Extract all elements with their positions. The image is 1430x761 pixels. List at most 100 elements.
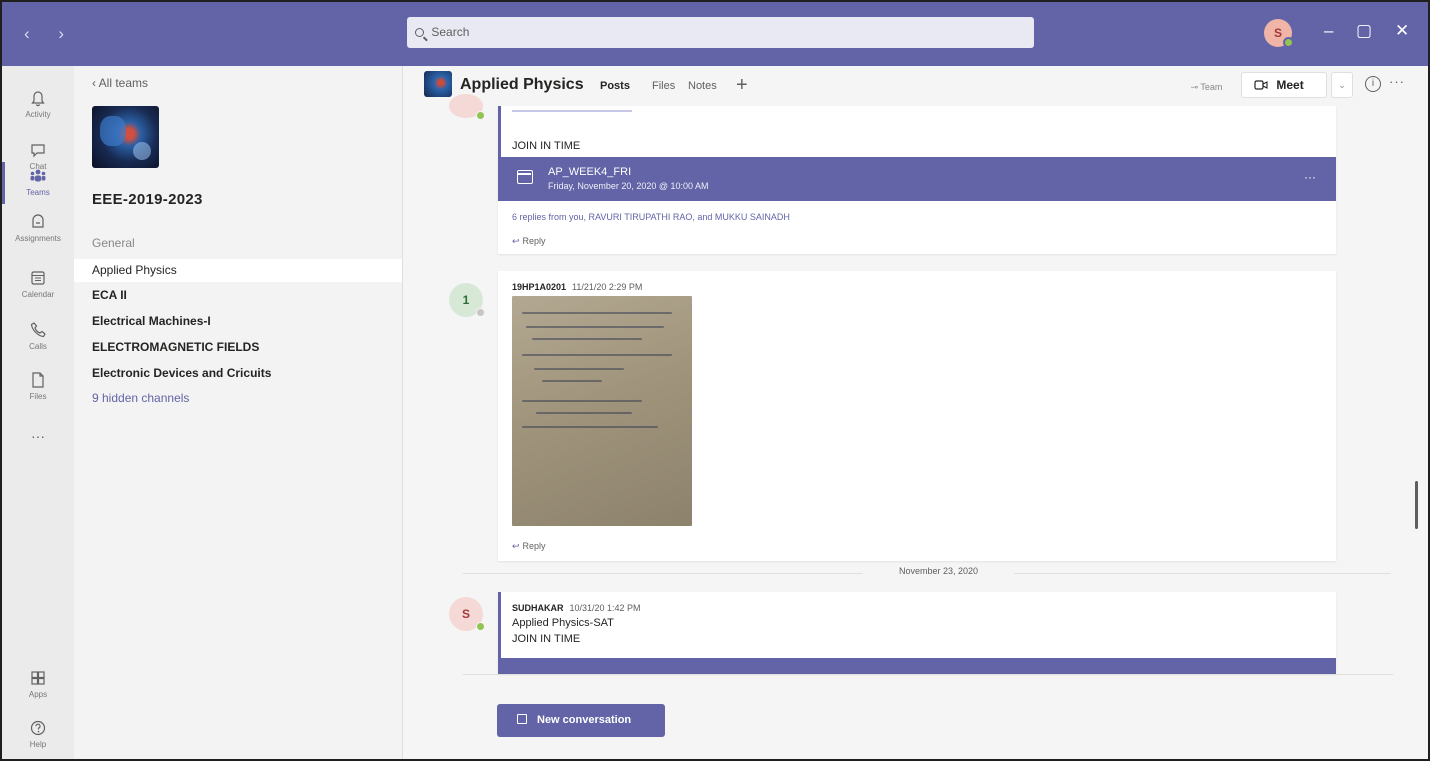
date-separator: November 23, 2020: [463, 566, 1391, 576]
reply-arrow-icon: ↩: [512, 541, 520, 551]
rail-more-button[interactable]: ···: [2, 428, 74, 444]
meet-label: Meet: [1276, 78, 1304, 92]
channel-list-panel: ‹ All teams EEE-2019-2023 General Applie…: [74, 66, 402, 759]
team-button[interactable]: ⊸ Team: [1181, 76, 1232, 98]
tab-notes[interactable]: Notes: [688, 80, 717, 92]
profile-avatar[interactable]: S: [1264, 19, 1294, 48]
minimize-button[interactable]: –: [1324, 19, 1333, 43]
post-author[interactable]: SUDHAKAR: [512, 603, 564, 613]
rail-label: Teams: [26, 188, 50, 197]
new-conversation-label: New conversation: [537, 714, 632, 726]
new-conversation-button[interactable]: New conversation: [497, 704, 665, 737]
meeting-title: AP_WEEK4_FRI: [548, 166, 632, 178]
channel-main: Applied Physics Posts Files Notes + ⊸ Te…: [402, 66, 1428, 759]
rail-teams[interactable]: Teams: [2, 162, 74, 204]
rail-apps[interactable]: Apps: [2, 668, 74, 699]
reply-label: Reply: [522, 236, 546, 246]
team-picture: [92, 106, 159, 168]
presence-dot: [476, 622, 485, 631]
reply-button[interactable]: ↩ Reply: [512, 236, 546, 247]
post-card: JOIN IN TIME AP_WEEK4_FRI Friday, Novemb…: [498, 106, 1336, 254]
apps-icon: [31, 671, 45, 685]
channel-title: Applied Physics: [460, 76, 584, 93]
video-icon: [1254, 80, 1268, 90]
assignments-icon: [32, 214, 44, 228]
rail-label: Help: [29, 740, 47, 749]
maximize-button[interactable]: ▢: [1356, 19, 1372, 43]
post-avatar: 1: [449, 283, 485, 317]
reply-arrow-icon: ↩: [512, 236, 520, 246]
handwriting-line: [522, 354, 672, 356]
add-tab-button[interactable]: +: [736, 74, 748, 97]
meeting-time: Friday, November 20, 2020 @ 10:00 AM: [548, 181, 709, 191]
channel-electromagnetic-fields[interactable]: ELECTROMAGNETIC FIELDS: [74, 336, 402, 359]
presence-dot: [476, 308, 485, 317]
teams-window: ‹ › Search S – ▢ ✕ Activity Chat Teams A…: [0, 0, 1430, 761]
post-body-line: JOIN IN TIME: [512, 633, 581, 645]
handwriting-line: [542, 380, 602, 382]
rail-help[interactable]: Help: [2, 718, 74, 749]
post-time: 10/31/20 1:42 PM: [569, 603, 641, 613]
rail-files[interactable]: Files: [2, 370, 74, 401]
avatar-initial: 1: [462, 293, 470, 307]
handwriting-line: [536, 412, 632, 414]
meeting-card[interactable]: AP_WEEK4_FRI Friday, November 20, 2020 @…: [498, 157, 1336, 201]
rail-assignments[interactable]: Assignments: [2, 212, 74, 243]
replies-summary[interactable]: 6 replies from you, RAVURI TIRUPATHI RAO…: [512, 212, 790, 222]
channel-applied-physics[interactable]: Applied Physics: [74, 259, 402, 282]
reply-button[interactable]: ↩ Reply: [512, 541, 546, 552]
channel-header: Applied Physics Posts Files Notes + ⊸ Te…: [403, 66, 1428, 106]
tab-posts[interactable]: Posts: [600, 80, 630, 92]
compose-divider: [463, 674, 1393, 675]
rail-calls[interactable]: Calls: [2, 320, 74, 351]
tab-files[interactable]: Files: [652, 80, 675, 92]
post-meta: 19HP1A0201 11/21/20 2:29 PM: [512, 282, 642, 292]
all-teams-link[interactable]: ‹ All teams: [92, 76, 148, 90]
hidden-channels-link[interactable]: 9 hidden channels: [74, 387, 402, 410]
avatar-initial: S: [461, 607, 470, 621]
meeting-more-icon[interactable]: ···: [1304, 170, 1316, 184]
rail-label: Calendar: [21, 290, 55, 299]
app-rail: Activity Chat Teams Assignments Calendar…: [2, 66, 74, 759]
rail-label: Files: [29, 392, 47, 401]
reply-label: Reply: [522, 541, 546, 551]
scrollbar-thumb[interactable]: [1415, 481, 1418, 529]
channel-electronic-devices[interactable]: Electronic Devices and Cricuits: [74, 362, 402, 385]
channel-general[interactable]: General: [74, 232, 402, 255]
post-avatar: S: [449, 597, 485, 631]
channel-eca-ii[interactable]: ECA II: [74, 284, 402, 307]
post-accent-bar: [498, 106, 501, 158]
info-icon[interactable]: i: [1365, 76, 1381, 92]
meet-dropdown-button[interactable]: ⌄: [1331, 72, 1353, 98]
history-nav-arrows[interactable]: ‹ ›: [24, 24, 76, 44]
file-icon: [32, 372, 44, 388]
search-placeholder: Search: [431, 25, 470, 39]
handwriting-line: [522, 400, 642, 402]
close-button[interactable]: ✕: [1395, 19, 1409, 43]
presence-dot: [476, 111, 485, 120]
meet-button[interactable]: Meet: [1241, 72, 1327, 98]
rail-label: Apps: [28, 690, 48, 699]
phone-icon: [30, 322, 46, 338]
attached-photo[interactable]: [512, 296, 692, 526]
compose-icon: [517, 714, 527, 724]
profile-initial: S: [1273, 26, 1282, 40]
rail-calendar[interactable]: Calendar: [2, 268, 74, 299]
post-avatar: [449, 94, 485, 120]
help-icon: [30, 720, 46, 736]
search-input[interactable]: Search: [407, 17, 1034, 48]
date-separator-label: November 23, 2020: [863, 566, 1015, 576]
meeting-card[interactable]: [498, 658, 1336, 674]
presence-dot: [1283, 37, 1294, 48]
bell-icon: [31, 91, 45, 107]
post-meta: SUDHAKAR 10/31/20 1:42 PM: [512, 603, 641, 613]
title-bar: ‹ › Search S – ▢ ✕: [2, 2, 1428, 66]
channel-electrical-machines[interactable]: Electrical Machines-I: [74, 310, 402, 333]
handwriting-line: [534, 368, 624, 370]
channel-avatar: [424, 71, 452, 97]
calendar-icon: [31, 271, 45, 285]
rail-activity[interactable]: Activity: [2, 88, 74, 119]
post-author[interactable]: 19HP1A0201: [512, 282, 566, 292]
team-name[interactable]: EEE-2019-2023: [92, 191, 203, 208]
more-options-icon[interactable]: ···: [1389, 74, 1405, 89]
